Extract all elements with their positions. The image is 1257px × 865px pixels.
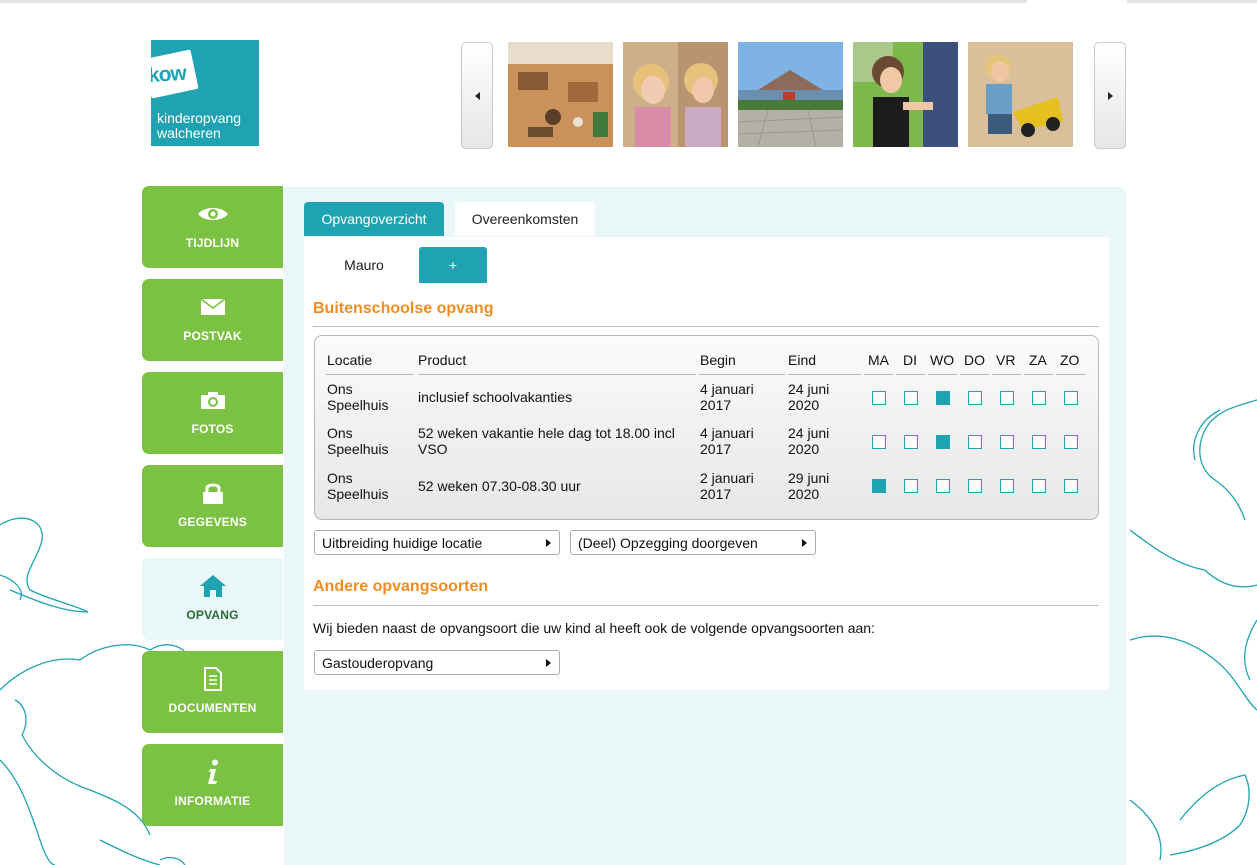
lock-icon: [142, 481, 283, 505]
triangle-right-icon: [802, 539, 807, 547]
day-checkbox-di: [904, 479, 918, 493]
day-checkbox-za: [1032, 391, 1046, 405]
day-checkbox-vr: [1000, 479, 1014, 493]
table-cell-location: Ons Speelhuis: [327, 381, 389, 413]
add-child-button[interactable]: +: [419, 247, 487, 283]
nav-gegevens[interactable]: GEGEVENS: [142, 465, 283, 547]
top-border: [0, 0, 1257, 3]
header-begin: Begin: [700, 352, 736, 368]
day-checkbox-ma: [872, 435, 886, 449]
day-checkbox-di: [904, 435, 918, 449]
logo-line2: walcheren: [157, 125, 221, 141]
day-checkbox-do: [968, 435, 982, 449]
nav-postvak-label: POSTVAK: [183, 329, 242, 343]
day-checkbox-di: [904, 391, 918, 405]
day-checkbox-ma: [872, 479, 886, 493]
header-day-vr: VR: [996, 352, 1016, 368]
header-location: Locatie: [327, 352, 373, 368]
nav-informatie[interactable]: INFORMATIE: [142, 744, 283, 826]
section-divider: [313, 326, 1099, 327]
triangle-right-icon: [546, 659, 551, 667]
nav-opvang[interactable]: OPVANG: [142, 558, 283, 640]
table-cell-end: 24 juni 2020: [788, 425, 830, 457]
day-checkbox-zo: [1064, 479, 1078, 493]
triangle-right-icon: [1107, 91, 1113, 100]
document-icon: [142, 667, 283, 691]
cancellation-button[interactable]: (Deel) Opzegging doorgeven: [570, 530, 816, 555]
day-checkbox-do: [968, 391, 982, 405]
carousel-next-button[interactable]: [1094, 42, 1126, 149]
header-product: Product: [418, 352, 467, 368]
table-cell-product: inclusief schoolvakanties: [418, 389, 573, 405]
header-day-zo: ZO: [1060, 352, 1080, 368]
section-title-other: Andere opvangsoorten: [313, 578, 489, 595]
day-checkbox-wo: [936, 391, 950, 405]
envelope-icon: [142, 295, 283, 319]
home-icon: [142, 574, 283, 598]
nav-gegevens-label: GEGEVENS: [178, 515, 247, 529]
cancellation-label: (Deel) Opzegging doorgeven: [578, 534, 758, 551]
header-end: Eind: [788, 352, 817, 368]
header-day-di: DI: [903, 352, 917, 368]
nav-opvang-label: OPVANG: [186, 608, 239, 622]
carousel-photo-1[interactable]: [508, 42, 613, 147]
carousel-photo-3[interactable]: [738, 42, 843, 147]
eye-icon: [142, 202, 283, 226]
day-checkbox-vr: [1000, 391, 1014, 405]
triangle-right-icon: [546, 539, 551, 547]
day-checkbox-vr: [1000, 435, 1014, 449]
day-checkbox-zo: [1064, 435, 1078, 449]
day-checkbox-do: [968, 479, 982, 493]
day-checkbox-zo: [1064, 391, 1078, 405]
nav-informatie-label: INFORMATIE: [174, 794, 251, 808]
nav-tijdlijn-label: TIJDLIJN: [185, 236, 240, 250]
extend-location-label: Uitbreiding huidige locatie: [322, 534, 483, 551]
nav-fotos[interactable]: FOTOS: [142, 372, 283, 454]
table-cell-product: 52 weken 07.30-08.30 uur: [418, 478, 581, 494]
day-checkbox-wo: [936, 435, 950, 449]
nav-postvak[interactable]: POSTVAK: [142, 279, 283, 361]
table-cell-end: 29 juni 2020: [788, 470, 830, 502]
carousel-photo-5[interactable]: [968, 42, 1073, 147]
header-day-wo: WO: [930, 352, 955, 368]
info-icon: [142, 759, 283, 784]
table-cell-product: 52 weken vakantie hele dag tot 18.00 inc…: [418, 425, 675, 457]
carousel-photo-4[interactable]: [853, 42, 958, 147]
header-day-ma: MA: [868, 352, 889, 368]
header-day-do: DO: [964, 352, 985, 368]
other-description: Wij bieden naast de opvangsoort die uw k…: [313, 620, 875, 636]
child-tab-mauro[interactable]: Mauro: [314, 247, 414, 283]
nav-tijdlijn[interactable]: TIJDLIJN: [142, 186, 283, 268]
extend-location-button[interactable]: Uitbreiding huidige locatie: [314, 530, 560, 555]
day-checkbox-za: [1032, 479, 1046, 493]
table-cell-begin: 4 januari 2017: [700, 425, 754, 457]
carousel-photo-2[interactable]: [623, 42, 728, 147]
day-checkbox-za: [1032, 435, 1046, 449]
table-cell-location: Ons Speelhuis: [327, 470, 389, 502]
logo-line1: kinderopvang: [157, 110, 242, 126]
tab-opvangoverzicht[interactable]: Opvangoverzicht: [304, 202, 444, 236]
nav-fotos-label: FOTOS: [191, 422, 234, 436]
camera-icon: [142, 388, 283, 412]
table-cell-location: Ons Speelhuis: [327, 425, 389, 457]
logo-short: kow: [151, 61, 187, 88]
tab-overeenkomsten[interactable]: Overeenkomsten: [455, 202, 595, 236]
carousel-prev-button[interactable]: [461, 42, 493, 149]
section-divider: [313, 605, 1099, 606]
gastouderopvang-label: Gastouderopvang: [322, 654, 434, 671]
nav-documenten[interactable]: DOCUMENTEN: [142, 651, 283, 733]
day-checkbox-ma: [872, 391, 886, 405]
section-title-bso: Buitenschoolse opvang: [313, 300, 494, 317]
day-checkbox-wo: [936, 479, 950, 493]
triangle-left-icon: [474, 91, 480, 100]
table-cell-begin: 4 januari 2017: [700, 381, 754, 413]
header-day-za: ZA: [1029, 352, 1047, 368]
gastouderopvang-button[interactable]: Gastouderopvang: [314, 650, 560, 675]
table-cell-begin: 2 januari 2017: [700, 470, 754, 502]
nav-documenten-label: DOCUMENTEN: [168, 701, 257, 715]
kow-logo[interactable]: kow kinderopvang walcheren: [151, 40, 259, 146]
table-cell-end: 24 juni 2020: [788, 381, 830, 413]
